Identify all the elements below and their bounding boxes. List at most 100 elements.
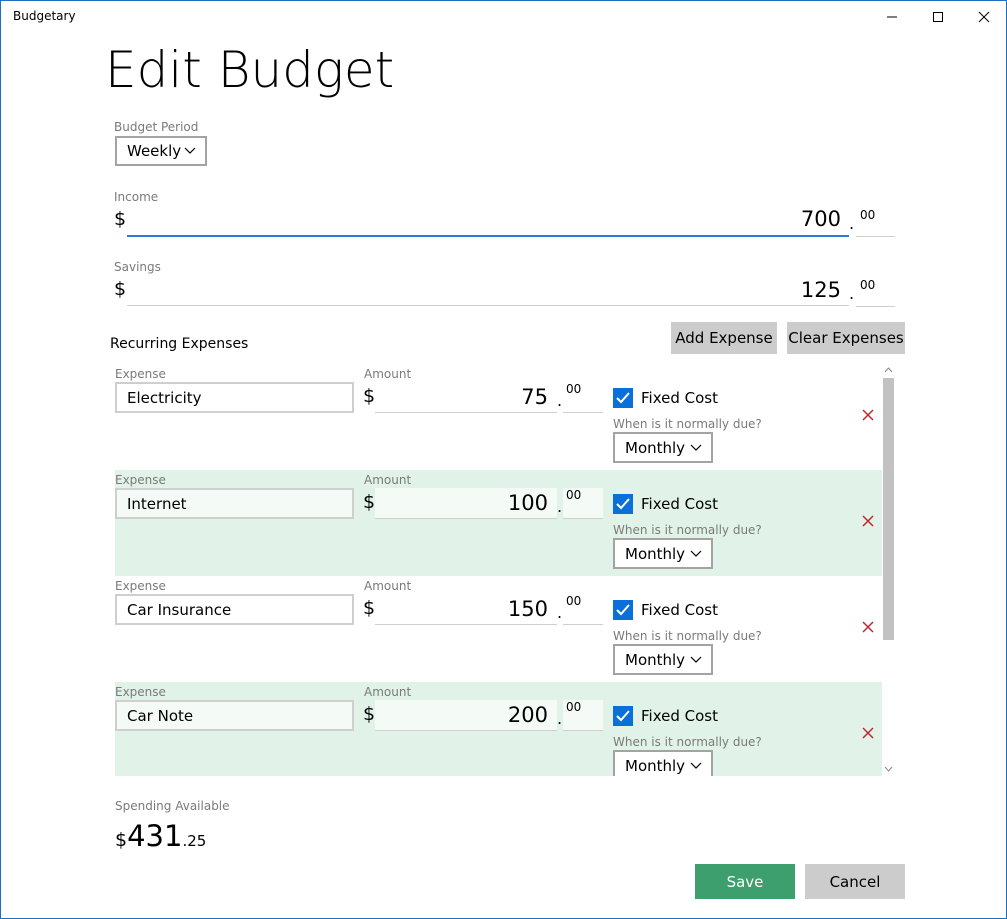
- expense-name-input[interactable]: Car Note: [115, 700, 354, 731]
- fixed-cost-label: Fixed Cost: [641, 495, 718, 513]
- income-label: Income: [114, 190, 159, 204]
- maximize-icon: [933, 12, 943, 22]
- due-frequency-select[interactable]: Monthly: [613, 750, 713, 776]
- minimize-icon: [887, 16, 897, 18]
- delete-expense-icon[interactable]: [861, 514, 875, 528]
- checkmark-icon: [616, 498, 630, 510]
- fixed-cost-label: Fixed Cost: [641, 707, 718, 725]
- expense-name-value: Internet: [127, 494, 187, 513]
- fixed-cost-checkbox[interactable]: [613, 388, 633, 408]
- expense-list: Expense Electricity Amount $ 75 . 00 Fix…: [115, 364, 895, 776]
- window-title: Budgetary: [13, 9, 76, 23]
- expense-amount-label: Amount: [364, 579, 412, 593]
- app-window: Budgetary Edit Budget Budget Period Week…: [0, 0, 1007, 919]
- chevron-down-icon: [690, 444, 702, 451]
- spending-amount: 431: [127, 819, 183, 853]
- income-amount-input[interactable]: 700: [701, 207, 841, 231]
- expense-name-label: Expense: [115, 367, 166, 381]
- expense-amount-input[interactable]: 150: [375, 594, 557, 625]
- due-frequency-select[interactable]: Monthly: [613, 432, 713, 463]
- income-cents-input[interactable]: 00: [860, 208, 875, 222]
- due-label: When is it normally due?: [613, 417, 762, 431]
- scroll-thumb[interactable]: [883, 378, 894, 640]
- checkmark-icon: [616, 604, 630, 616]
- income-decimal: .: [849, 214, 855, 233]
- minimize-button[interactable]: [869, 1, 915, 33]
- checkmark-icon: [616, 392, 630, 404]
- page-title: Edit Budget: [105, 41, 395, 99]
- chevron-down-icon: [690, 762, 702, 769]
- savings-label: Savings: [114, 260, 161, 274]
- expense-amount-input[interactable]: 100: [375, 488, 557, 519]
- expense-amount-input[interactable]: 75: [375, 382, 557, 413]
- due-label: When is it normally due?: [613, 629, 762, 643]
- checkmark-icon: [616, 710, 630, 722]
- expense-amount-label: Amount: [364, 685, 412, 699]
- expense-row: Expense Car Insurance Amount $ 150 . 00 …: [115, 576, 882, 682]
- clear-expenses-button[interactable]: Clear Expenses: [787, 322, 905, 354]
- fixed-cost-checkbox[interactable]: [613, 494, 633, 514]
- expense-cents-input[interactable]: 00: [563, 700, 603, 731]
- fixed-cost-checkbox[interactable]: [613, 706, 633, 726]
- expense-list-scrollbar[interactable]: [882, 364, 895, 776]
- savings-cents-underline: [856, 306, 895, 307]
- chevron-down-icon: [184, 147, 196, 154]
- expense-row: Expense Electricity Amount $ 75 . 00 Fix…: [115, 364, 882, 470]
- close-icon: [978, 11, 990, 23]
- expense-name-value: Car Note: [127, 706, 194, 725]
- fixed-cost-checkbox[interactable]: [613, 600, 633, 620]
- expense-name-value: Car Insurance: [127, 600, 232, 619]
- income-underline: [127, 235, 849, 237]
- chevron-down-icon: [690, 550, 702, 557]
- budget-period-select[interactable]: Weekly: [115, 136, 207, 166]
- expense-decimal: .: [557, 709, 563, 728]
- expense-name-input[interactable]: Car Insurance: [115, 594, 354, 625]
- due-frequency-value: Monthly: [625, 544, 686, 563]
- due-frequency-value: Monthly: [625, 650, 686, 669]
- savings-underline: [127, 305, 849, 306]
- recurring-expenses-title: Recurring Expenses: [110, 336, 249, 352]
- delete-expense-icon[interactable]: [861, 408, 875, 422]
- expense-cents-input[interactable]: 00: [563, 488, 603, 519]
- scroll-down-icon[interactable]: [884, 766, 893, 772]
- expense-name-input[interactable]: Electricity: [115, 382, 354, 413]
- savings-amount-input[interactable]: 125: [701, 278, 841, 302]
- expense-name-label: Expense: [115, 473, 166, 487]
- expense-amount-label: Amount: [364, 473, 412, 487]
- budget-period-value: Weekly: [127, 142, 182, 160]
- scroll-up-icon[interactable]: [884, 367, 893, 373]
- due-frequency-select[interactable]: Monthly: [613, 538, 713, 569]
- spending-currency: $: [115, 829, 128, 851]
- title-bar: Budgetary: [1, 1, 1006, 33]
- close-button[interactable]: [961, 1, 1007, 33]
- spending-available-value: $431.25: [115, 819, 206, 853]
- delete-expense-icon[interactable]: [861, 726, 875, 740]
- due-label: When is it normally due?: [613, 735, 762, 749]
- expense-row: Expense Internet Amount $ 100 . 00 Fixed…: [115, 470, 882, 576]
- due-frequency-value: Monthly: [625, 438, 686, 457]
- expense-name-value: Electricity: [127, 388, 202, 407]
- expense-cents-input[interactable]: 00: [563, 382, 603, 413]
- income-currency: $: [114, 208, 127, 230]
- cancel-button[interactable]: Cancel: [805, 864, 905, 899]
- maximize-button[interactable]: [915, 1, 961, 33]
- expense-cents-input[interactable]: 00: [563, 594, 603, 625]
- fixed-cost-label: Fixed Cost: [641, 389, 718, 407]
- expense-decimal: .: [557, 603, 563, 622]
- expense-amount-input[interactable]: 200: [375, 700, 557, 731]
- income-cents-underline: [856, 236, 895, 237]
- due-label: When is it normally due?: [613, 523, 762, 537]
- add-expense-button[interactable]: Add Expense: [671, 322, 777, 354]
- spending-available-label: Spending Available: [115, 799, 230, 813]
- expense-name-input[interactable]: Internet: [115, 488, 354, 519]
- delete-expense-icon[interactable]: [861, 620, 875, 634]
- budget-period-label: Budget Period: [114, 120, 199, 134]
- expense-currency: $: [363, 703, 376, 725]
- savings-cents-input[interactable]: 00: [860, 278, 875, 292]
- save-button[interactable]: Save: [695, 864, 795, 899]
- expense-name-label: Expense: [115, 685, 166, 699]
- expense-currency: $: [363, 385, 376, 407]
- due-frequency-value: Monthly: [625, 756, 686, 775]
- expense-currency: $: [363, 597, 376, 619]
- due-frequency-select[interactable]: Monthly: [613, 644, 713, 675]
